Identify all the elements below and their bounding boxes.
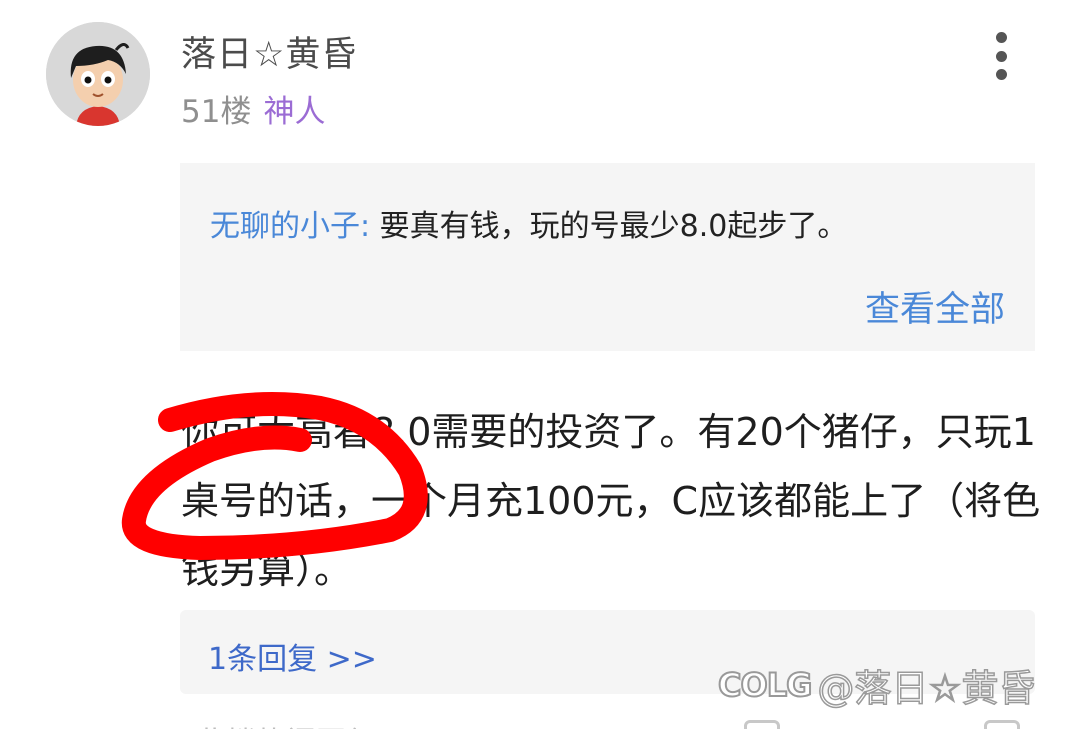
avatar-cartoon-icon xyxy=(46,22,150,126)
post-meta: 51楼 神人 xyxy=(181,86,325,131)
more-options-button[interactable] xyxy=(984,32,1018,80)
more-vertical-icon-dot xyxy=(995,32,1007,43)
quoted-comment: 无聊的小子: 要真有钱，玩的号最少8.0起步了。 查看全部 xyxy=(180,163,1035,351)
share-icon[interactable] xyxy=(984,720,1020,729)
post-page: 落日☆黄昏 51楼 神人 无聊的小子: 要真有钱，玩的号最少8.0起步了。 查看全… xyxy=(0,0,1080,729)
quote-author[interactable]: 无聊的小子: xyxy=(210,209,370,244)
more-vertical-icon-dot xyxy=(995,69,1007,80)
watermark: COLG @落日☆黄昏 xyxy=(717,660,1037,711)
more-vertical-icon-dot xyxy=(995,50,1007,62)
user-badge: 神人 xyxy=(263,94,326,130)
action-bar-cutoff: 此楼热门回复 xyxy=(0,712,1080,729)
comment-icon[interactable] xyxy=(744,720,780,729)
floor-number: 51楼 xyxy=(181,94,252,130)
watermark-text: @落日☆黄昏 xyxy=(817,666,1037,711)
view-all-link[interactable]: 查看全部 xyxy=(865,281,1005,332)
reply-link[interactable]: 1条回复 >> xyxy=(208,634,377,678)
quote-line: 无聊的小子: 要真有钱，玩的号最少8.0起步了。 xyxy=(210,201,847,245)
post-body: 你可太高看8.0需要的投资了。有20个猪仔，只玩1桌号的话，一个月充100元，C… xyxy=(181,410,1041,592)
username[interactable]: 落日☆黄昏 xyxy=(181,26,357,77)
avatar[interactable] xyxy=(46,22,150,126)
watermark-logo: COLG xyxy=(717,665,813,705)
quote-text: 要真有钱，玩的号最少8.0起步了。 xyxy=(379,209,848,244)
hot-replies-label: 此楼热门回复 xyxy=(196,718,376,729)
